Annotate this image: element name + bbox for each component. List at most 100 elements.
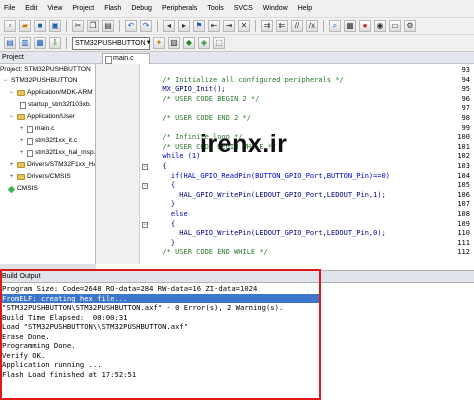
nav-back-icon[interactable]: ◂ (163, 20, 175, 32)
code-line: else (154, 210, 188, 218)
tree-item-cmsis-component[interactable]: CMSIS (7, 184, 38, 194)
menu-flash[interactable]: Flash (104, 5, 121, 12)
tree-item-label: stm32f1xx_it.c (35, 137, 78, 144)
copy-icon[interactable]: ❐ (87, 20, 99, 32)
target-select[interactable]: STM32PUSHBUTTON ▼ (72, 36, 152, 50)
code-line: HAL_GPIO_WritePin(LEDOUT_GPIO_Port,LEDOU… (154, 190, 386, 199)
bookmark-icon[interactable]: ⚑ (193, 20, 205, 32)
folder-icon (17, 174, 25, 180)
expand-icon[interactable]: + (18, 148, 25, 158)
nav-forward-icon[interactable]: ▸ (178, 20, 190, 32)
next-bookmark-icon[interactable]: ⇥ (223, 20, 235, 32)
build-toolbar: ▤ ▥ ▦ ⇩ STM32PUSHBUTTON ▼ ✦ ▧ ◆ ◈ ⬚ (0, 34, 474, 52)
collapse-icon[interactable]: − (2, 76, 9, 86)
expand-icon[interactable]: + (18, 124, 25, 134)
menu-peripherals[interactable]: Peripherals (162, 5, 197, 12)
save-icon[interactable]: ■ (34, 20, 46, 32)
pack-installer-icon[interactable]: ◆ (183, 37, 195, 49)
toolbar-separator (323, 20, 324, 32)
line-number: 112 (457, 248, 470, 257)
comment-icon[interactable]: // (291, 20, 303, 32)
save-all-icon[interactable]: ▣ (49, 20, 61, 32)
build-output-pane[interactable]: Program Size: Code=2648 RO-data=284 RW-d… (0, 283, 474, 403)
tree-item-startup-file[interactable]: startup_stm32f103xb. (20, 100, 91, 110)
translate-icon[interactable]: ▤ (4, 37, 16, 49)
menu-window[interactable]: Window (263, 5, 288, 12)
tab-main-c[interactable]: main.c (102, 53, 150, 64)
menu-view[interactable]: View (47, 5, 62, 12)
build-icon[interactable]: ▥ (19, 37, 31, 49)
tree-item-group-mdk-arm[interactable]: − Application/MDK-ARM (8, 88, 93, 98)
find-icon[interactable]: ⌕ (329, 20, 341, 32)
fold-toggle-icon[interactable]: − (142, 221, 148, 228)
menu-help[interactable]: Help (298, 5, 312, 12)
menu-edit[interactable]: Edit (25, 5, 37, 12)
build-output-line[interactable]: Build Time Elapsed: 00:00:31 (2, 313, 320, 323)
find-in-files-icon[interactable]: ▦ (344, 20, 356, 32)
build-output-line[interactable]: "STM32PUSHBUTTON\STM32PUSHBUTTON.axf" - … (2, 303, 320, 313)
folder-icon (17, 90, 25, 96)
menu-debug[interactable]: Debug (131, 5, 152, 12)
tree-item-main-c[interactable]: + main.c (18, 124, 54, 134)
fold-toggle-icon[interactable]: − (142, 183, 148, 190)
line-number: 96 (461, 94, 470, 103)
line-number: 110 (457, 229, 470, 238)
new-file-icon[interactable]: ▫ (4, 20, 16, 32)
target-options-icon[interactable]: ✦ (153, 37, 165, 49)
build-output-line[interactable]: Application running ... (2, 360, 320, 370)
code-line: { (154, 219, 176, 228)
prev-bookmark-icon[interactable]: ⇤ (208, 20, 220, 32)
project-panel-header: Project (0, 52, 96, 64)
collapse-icon[interactable]: − (8, 112, 15, 122)
tree-item-group-cmsis[interactable]: + Drivers/CMSIS (8, 172, 71, 182)
debug-session-icon[interactable]: ● (359, 20, 371, 32)
clear-bookmarks-icon[interactable]: ✕ (238, 20, 250, 32)
select-software-packs-icon[interactable]: ⬚ (213, 37, 225, 49)
build-output-line[interactable]: Flash Load finished at 17:52:51 (2, 370, 320, 380)
tree-item-group-hal[interactable]: + Drivers/STM32F1xx_HAL_ (8, 160, 95, 170)
download-icon[interactable]: ⇩ (49, 37, 61, 49)
uncomment-icon[interactable]: /x (306, 20, 318, 32)
cut-icon[interactable]: ✂ (72, 20, 84, 32)
tree-item-project[interactable]: Project: STM32PUSHBUTTON (0, 65, 91, 75)
window-layout-icon[interactable]: ▭ (389, 20, 401, 32)
redo-icon[interactable]: ↷ (140, 20, 152, 32)
code-line: { (154, 162, 167, 170)
build-output-line[interactable]: Verify OK. (2, 351, 320, 361)
expand-icon[interactable]: + (8, 160, 15, 170)
breakpoint-icon[interactable]: ◉ (374, 20, 386, 32)
build-output-line[interactable]: Programming Done. (2, 341, 320, 351)
build-output-line[interactable]: FromELF: creating hex file... (2, 293, 320, 303)
line-number: 94 (461, 75, 470, 84)
expand-icon[interactable]: + (8, 172, 15, 182)
code-line: } (154, 238, 176, 247)
fold-toggle-icon[interactable]: − (142, 164, 148, 170)
menu-svcs[interactable]: SVCS (234, 5, 253, 12)
unindent-icon[interactable]: ⇇ (276, 20, 288, 32)
line-number: 102 (457, 152, 470, 161)
folder-icon (17, 114, 25, 120)
tree-item-it-c[interactable]: + stm32f1xx_it.c (18, 136, 77, 146)
manage-rte-icon[interactable]: ◈ (198, 37, 210, 49)
tree-item-group-user[interactable]: − Application/User (8, 112, 75, 122)
code-editor[interactable]: 93 94 /* Initialize all configured periph… (96, 64, 474, 264)
collapse-icon[interactable]: − (8, 88, 15, 98)
build-output-line[interactable]: Load "STM32PUSHBUTTON\\STM32PUSHBUTTON.a… (2, 322, 320, 332)
line-number: 107 (457, 200, 470, 209)
file-extensions-icon[interactable]: ▧ (168, 37, 180, 49)
menu-file[interactable]: File (4, 5, 15, 12)
open-folder-icon[interactable]: ▰ (19, 20, 31, 32)
rebuild-icon[interactable]: ▦ (34, 37, 46, 49)
paste-icon[interactable]: ▤ (102, 20, 114, 32)
tree-item-msp-c[interactable]: + stm32f1xx_hal_msp.c (18, 148, 95, 158)
tree-item-label: Drivers/CMSIS (27, 173, 71, 180)
menu-tools[interactable]: Tools (207, 5, 223, 12)
expand-icon[interactable]: + (18, 136, 25, 146)
menu-project[interactable]: Project (72, 5, 94, 12)
tree-item-target[interactable]: − STM32PUSHBUTTON (2, 76, 78, 86)
build-output-line[interactable]: Program Size: Code=2648 RO-data=284 RW-d… (2, 284, 320, 294)
undo-icon[interactable]: ↶ (125, 20, 137, 32)
configure-icon[interactable]: ⚙ (404, 20, 416, 32)
indent-icon[interactable]: ⇉ (261, 20, 273, 32)
build-output-line[interactable]: Erase Done. (2, 332, 320, 342)
